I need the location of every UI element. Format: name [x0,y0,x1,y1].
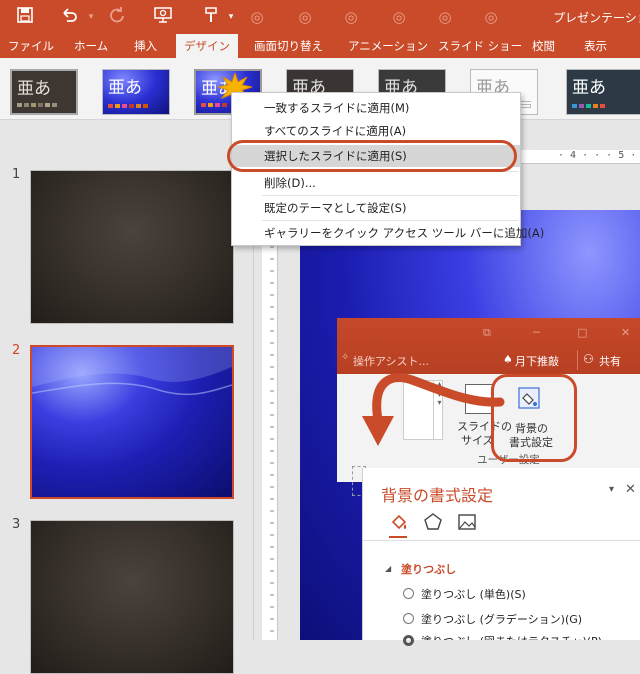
pane-title: 背景の書式設定 [381,486,494,505]
theme-thumb-2[interactable]: 亜あ [102,69,170,115]
theme-glyph: 亜あ [572,78,606,98]
slide-number-1: 1 [12,167,21,182]
theme-thumb-1[interactable]: 亜あ [10,69,78,115]
option-gradient-fill[interactable]: 塗りつぶし (グラデーション)(G) [421,611,582,627]
callout-ring-apply-selected [227,140,517,172]
lightbulb-icon: ✧ [341,352,350,363]
menu-apply-matching[interactable]: 一致するスライドに適用(M) [232,97,520,119]
format-painter-icon[interactable] [200,6,222,28]
radio-picture-fill-selected[interactable] [403,635,414,646]
window-minimize-icon[interactable]: ─ [533,326,540,339]
tab-animations[interactable]: アニメーション [342,34,434,58]
picture-icon[interactable] [457,512,477,535]
ruler-marks: · 4 · · · 5 · [558,150,637,161]
menu-delete[interactable]: 削除(D)... [232,172,520,194]
radio-gradient-fill[interactable] [403,613,414,624]
slide-thumb-1[interactable] [30,170,234,324]
tab-transitions[interactable]: 画面切り替え [248,34,329,58]
user-name[interactable]: 月下推敲 [515,353,559,369]
slide-thumb-3[interactable] [30,520,234,674]
option-solid-fill[interactable]: 塗りつぶし (単色)(S) [421,586,526,602]
option-picture-fill[interactable]: 塗りつぶし (図またはテクスチャ)(P) [421,633,602,640]
ribbon-tabs: ファイル ホーム 挿入 デザイン 画面切り替え アニメーション スライド ショー… [0,34,640,58]
theme-thumb-7[interactable]: 亜あ [566,69,640,115]
slide-wave-decoration [32,347,232,396]
menu-add-to-qat[interactable]: ギャラリーをクイック アクセス ツール バーに追加(A) [232,222,544,244]
format-background-pane: 背景の書式設定 ▾ ✕ ◢ 塗りつぶし 塗りつぶし (単色)(S) 塗りつぶし … [362,468,640,646]
radio-solid-fill[interactable] [403,588,414,599]
theme-glyph: 亜あ [17,79,51,99]
redo-icon[interactable] [106,6,128,28]
callout-arrow [362,373,505,446]
shape-icon-6[interactable]: ◎ [480,6,502,28]
shape-icon-4[interactable]: ◎ [388,6,410,28]
share-button[interactable]: 共有 [599,353,621,369]
title-bar: ▾ ▾ ◎ ◎ ◎ ◎ ◎ ◎ プレゼンテーション [0,0,640,34]
horizontal-ruler: · 4 · · · 5 · [518,150,640,164]
pane-close-icon[interactable]: ✕ [625,482,636,497]
window-restore-icon[interactable]: ⧉ [483,326,491,340]
collapse-icon[interactable]: ◢ [385,564,391,573]
undo-icon[interactable] [58,6,80,28]
undo-dropdown-icon[interactable]: ▾ [80,6,102,28]
effects-pentagon-icon[interactable] [423,512,443,535]
shape-icon-3[interactable]: ◎ [340,6,362,28]
window-close-icon[interactable]: ✕ [621,326,630,339]
window-maximize-icon[interactable]: □ [577,326,587,339]
shape-icon-2[interactable]: ◎ [294,6,316,28]
tab-view[interactable]: 表示 [578,34,613,58]
save-icon[interactable] [14,6,36,28]
section-fill[interactable]: 塗りつぶし [401,561,456,577]
present-icon[interactable] [152,6,174,28]
tab-insert[interactable]: 挿入 [128,34,163,58]
slide-thumbnail-pane: 1 2 3 [0,150,254,674]
menu-apply-all[interactable]: すべてのスライドに適用(A) [232,120,520,142]
fill-bucket-icon[interactable] [389,512,409,535]
tab-file[interactable]: ファイル [2,34,60,58]
shape-icon[interactable]: ◎ [246,6,268,28]
tab-review[interactable]: 校閲 [526,34,561,58]
tab-design[interactable]: デザイン [176,34,238,58]
customize-icon[interactable]: ▾ [220,6,242,28]
pane-options-icon[interactable]: ▾ [609,484,614,495]
tab-slideshow[interactable]: スライド ショー [432,34,528,58]
theme-glyph: 亜あ [108,78,142,98]
window-title: プレゼンテーション [553,11,640,25]
share-user-icon[interactable]: ⚇ [583,352,594,366]
slide-number-3: 3 [12,517,21,532]
slide-thumb-2-selected[interactable] [30,345,234,499]
slide-number-2: 2 [12,343,21,358]
menu-set-default[interactable]: 既定のテーマとして設定(S) [232,197,520,219]
shape-icon-5[interactable]: ◎ [434,6,456,28]
tab-home[interactable]: ホーム [68,34,114,58]
